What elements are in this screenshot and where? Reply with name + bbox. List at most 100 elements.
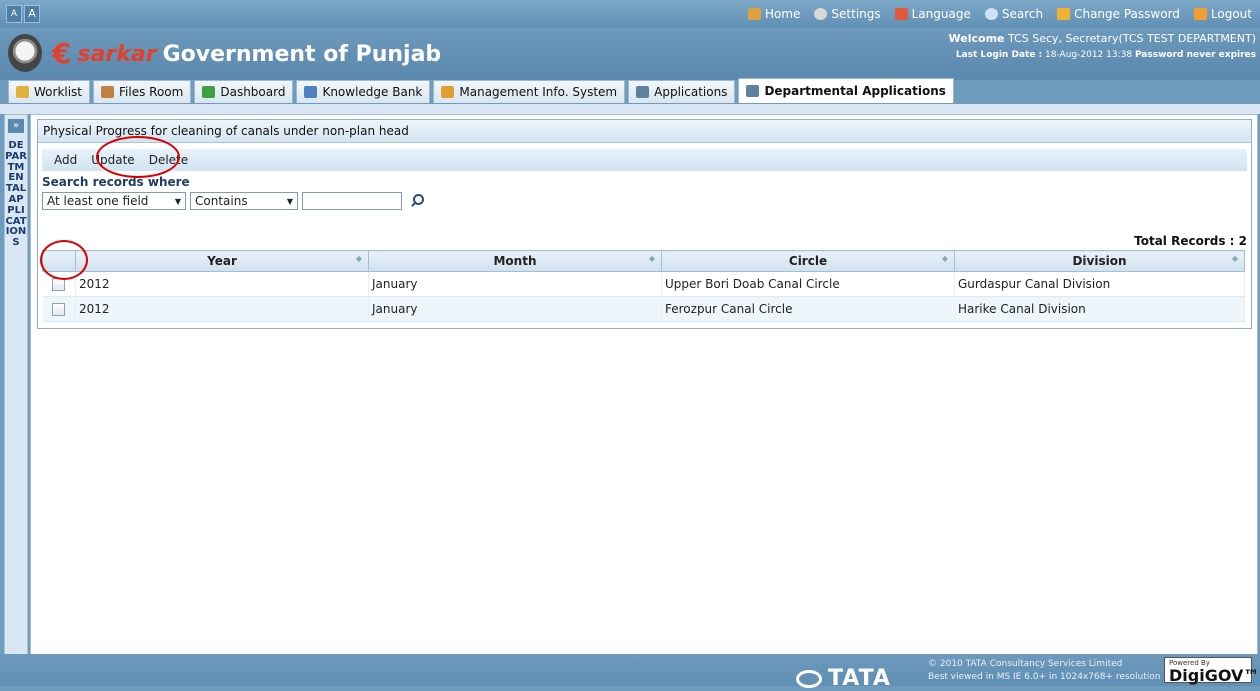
- cell-circle: Ferozpur Canal Circle: [661, 296, 955, 322]
- total-records: Total Records : 2: [1134, 234, 1247, 248]
- cell-year: 2012: [75, 271, 369, 297]
- search-field-select[interactable]: At least one field ▼: [42, 192, 186, 210]
- records-table: Year ◆ Month ◆ Circle ◆ Division ◆ 2012 Janu…: [42, 250, 1245, 322]
- digigov-badge: Powered By DigiGOV™: [1164, 657, 1259, 685]
- footer-copyright: © 2010 TATA Consultancy Services Limited…: [928, 658, 1161, 684]
- change-password-link[interactable]: Change Password: [1057, 7, 1180, 21]
- folder-icon: [16, 86, 29, 98]
- cell-month: January: [368, 296, 662, 322]
- records-panel: Physical Progress for cleaning of canals…: [37, 119, 1252, 329]
- sort-icon: ◆: [941, 254, 948, 263]
- cell-circle: Upper Bori Doab Canal Circle: [661, 271, 955, 297]
- main-content: Physical Progress for cleaning of canals…: [30, 114, 1258, 656]
- column-header-circle[interactable]: Circle ◆: [661, 250, 955, 272]
- welcome-label: Welcome: [948, 32, 1005, 45]
- logout-label: Logout: [1210, 7, 1252, 21]
- column-header-division[interactable]: Division ◆: [954, 250, 1245, 272]
- sort-icon: ◆: [648, 254, 655, 263]
- app-icon: [636, 86, 650, 98]
- search-input[interactable]: [302, 192, 402, 210]
- chart-icon: [202, 86, 216, 98]
- tata-logo-text: TATA: [828, 666, 891, 691]
- font-decrease-button[interactable]: A: [6, 5, 22, 23]
- app-footer: TATA © 2010 TATA Consultancy Services Li…: [0, 654, 1260, 691]
- column-header-month[interactable]: Month ◆: [368, 250, 662, 272]
- esarkar-logo-icon: €: [52, 37, 72, 70]
- update-button[interactable]: Update: [91, 153, 134, 167]
- cell-division: Harike Canal Division: [954, 296, 1245, 322]
- search-title: Search records where: [42, 175, 190, 189]
- home-label: Home: [764, 7, 801, 21]
- cell-month: January: [368, 271, 662, 297]
- column-label: Circle: [788, 254, 828, 268]
- home-icon: [747, 8, 761, 20]
- tab-label: Files Room: [119, 85, 184, 99]
- search-operator-select[interactable]: Contains ▼: [190, 192, 298, 210]
- language-link[interactable]: Language: [894, 7, 971, 21]
- password-note: Password never expires: [1134, 50, 1256, 60]
- book-icon: [304, 86, 318, 98]
- table-row[interactable]: 2012 January Ferozpur Canal Circle Harik…: [42, 296, 1245, 322]
- sort-icon: ◆: [355, 254, 362, 263]
- tab-applications[interactable]: Applications: [628, 80, 736, 103]
- main-tabs: Worklist Files Room Dashboard Knowledge …: [8, 78, 954, 104]
- search-icon[interactable]: [410, 194, 424, 208]
- tab-label: Management Info. System: [459, 85, 618, 99]
- search-row: At least one field ▼ Contains ▼: [42, 192, 1251, 210]
- table-header-row: Year ◆ Month ◆ Circle ◆ Division ◆: [42, 250, 1245, 272]
- tata-logo-icon: [796, 669, 822, 688]
- add-button[interactable]: Add: [54, 153, 77, 167]
- brand: € sarkar Government of Punjab: [52, 37, 442, 70]
- column-label: Month: [493, 254, 537, 268]
- language-icon: [894, 8, 908, 20]
- font-size-controls: A A: [6, 5, 40, 23]
- expand-sidebar-button[interactable]: »: [8, 119, 24, 133]
- language-label: Language: [911, 7, 971, 21]
- row-checkbox[interactable]: [51, 277, 65, 291]
- sort-icon: ◆: [1231, 254, 1238, 263]
- tab-worklist[interactable]: Worklist: [8, 80, 91, 103]
- mis-icon: [441, 86, 455, 98]
- tab-files-room[interactable]: Files Room: [93, 80, 192, 103]
- gear-icon: [814, 8, 828, 20]
- logout-link[interactable]: Logout: [1193, 7, 1252, 21]
- select-all-header[interactable]: [42, 250, 76, 272]
- dept-app-icon: [746, 85, 760, 97]
- font-increase-button[interactable]: A: [24, 5, 40, 23]
- tab-mis[interactable]: Management Info. System: [433, 80, 626, 103]
- column-header-year[interactable]: Year ◆: [75, 250, 369, 272]
- search-icon: [984, 8, 998, 20]
- app-title: Government of Punjab: [162, 41, 442, 67]
- search-field-value: At least one field: [47, 194, 149, 208]
- tab-label: Dashboard: [220, 85, 286, 99]
- settings-link[interactable]: Settings: [814, 7, 881, 21]
- tab-dashboard[interactable]: Dashboard: [194, 80, 294, 103]
- search-link[interactable]: Search: [984, 7, 1043, 21]
- cell-division: Gurdaspur Canal Division: [954, 271, 1245, 297]
- sidebar-vertical-label[interactable]: DEPARTMENTAL APPLICATIONS: [5, 140, 27, 249]
- column-label: Year: [207, 254, 237, 268]
- esarkar-logo-text: sarkar: [77, 41, 157, 67]
- row-checkbox[interactable]: [51, 302, 65, 316]
- tab-strip: [0, 104, 1260, 114]
- side-panel: » DEPARTMENTAL APPLICATIONS: [4, 114, 28, 656]
- panel-title: Physical Progress for cleaning of canals…: [38, 120, 1251, 143]
- chevron-down-icon: ▼: [286, 196, 293, 206]
- app-header: € sarkar Government of Punjab Welcome TC…: [0, 28, 1260, 80]
- tab-label: Knowledge Bank: [322, 85, 423, 99]
- grid-toolbar: Add Update Delete: [42, 149, 1247, 171]
- home-link[interactable]: Home: [747, 7, 801, 21]
- delete-button[interactable]: Delete: [149, 153, 188, 167]
- tab-knowledge-bank[interactable]: Knowledge Bank: [296, 80, 431, 103]
- tab-departmental-applications[interactable]: Departmental Applications: [738, 78, 954, 103]
- table-row[interactable]: 2012 January Upper Bori Doab Canal Circl…: [42, 271, 1245, 297]
- last-login-label: Last Login Date :: [955, 50, 1043, 60]
- welcome-info: Welcome TCS Secy, Secretary(TCS TEST DEP…: [949, 31, 1256, 63]
- chevron-down-icon: ▼: [174, 196, 181, 206]
- punjab-emblem-icon: [8, 34, 42, 72]
- cell-year: 2012: [75, 296, 369, 322]
- tab-label: Applications: [654, 85, 728, 99]
- search-operator-value: Contains: [195, 194, 248, 208]
- tab-label: Worklist: [34, 85, 83, 99]
- copyright-text: © 2010 TATA Consultancy Services Limited: [928, 659, 1123, 669]
